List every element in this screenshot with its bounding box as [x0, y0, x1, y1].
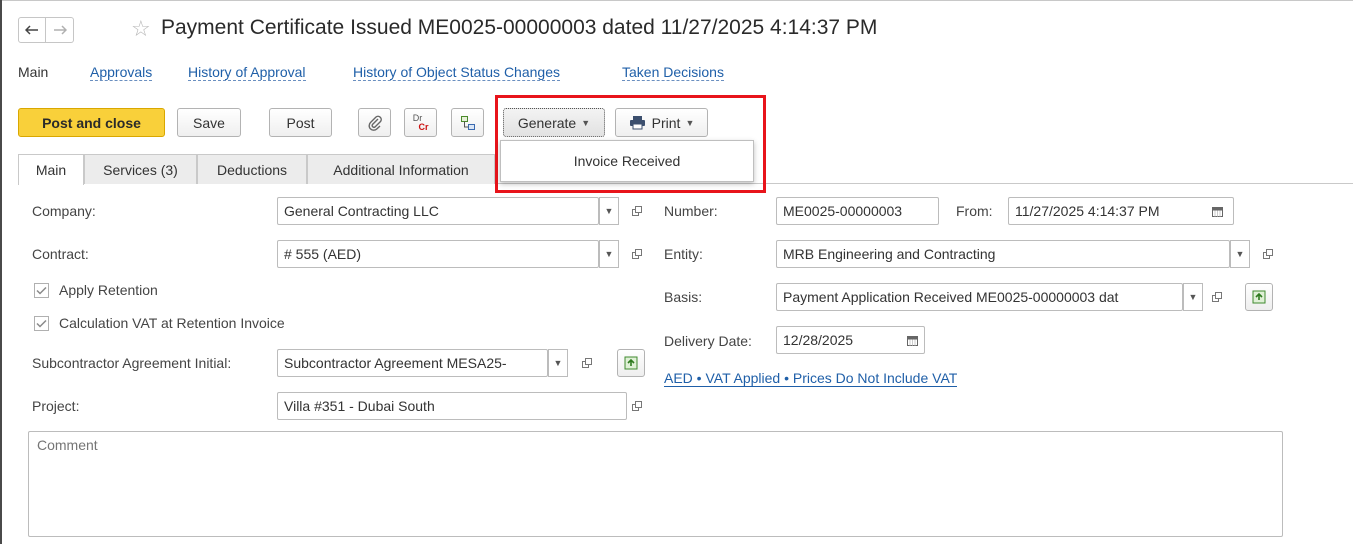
arrow-right-icon	[53, 25, 67, 35]
checkmark-icon	[36, 286, 47, 295]
post-and-close-button[interactable]: Post and close	[18, 108, 165, 137]
post-button[interactable]: Post	[269, 108, 332, 137]
favorite-star-icon[interactable]: ☆	[131, 16, 151, 42]
contract-label: Contract:	[32, 246, 89, 262]
arrow-left-icon	[25, 25, 38, 35]
open-window-icon	[1263, 249, 1273, 259]
number-label: Number:	[664, 203, 718, 219]
comment-input[interactable]	[28, 431, 1283, 537]
nav-main[interactable]: Main	[18, 64, 48, 80]
subcontractor-agreement-label: Subcontractor Agreement Initial:	[32, 355, 232, 371]
calc-vat-retention-checkbox[interactable]	[34, 316, 49, 331]
basis-field[interactable]: Payment Application Received ME0025-0000…	[776, 283, 1183, 311]
apply-retention-checkbox[interactable]	[34, 283, 49, 298]
subcontractor-agreement-field[interactable]: Subcontractor Agreement MESA25-	[277, 349, 548, 377]
caret-down-icon: ▼	[553, 358, 563, 368]
entity-label: Entity:	[664, 246, 703, 262]
fill-from-icon	[624, 356, 638, 370]
caret-down-icon: ▼	[604, 206, 614, 216]
checkmark-icon	[36, 319, 47, 328]
company-label: Company:	[32, 203, 96, 219]
number-field[interactable]: ME0025-00000003	[776, 197, 939, 225]
nav-history-of-object-status-changes[interactable]: History of Object Status Changes	[353, 64, 560, 81]
caret-down-icon: ▼	[1235, 249, 1245, 259]
contract-field[interactable]: # 555 (AED)	[277, 240, 599, 268]
from-calendar-button[interactable]	[1204, 197, 1230, 225]
open-window-icon	[582, 358, 592, 368]
from-label: From:	[956, 203, 993, 219]
open-window-icon	[1212, 292, 1222, 302]
entity-open-button[interactable]	[1258, 240, 1278, 268]
hierarchy-icon	[460, 115, 475, 130]
save-button[interactable]: Save	[177, 108, 241, 137]
generate-menu[interactable]: Invoice Received	[500, 140, 754, 182]
tab-main[interactable]: Main	[18, 154, 84, 185]
project-label: Project:	[32, 398, 80, 414]
open-window-icon	[632, 206, 642, 216]
vat-settings-link[interactable]: AED • VAT Applied • Prices Do Not Includ…	[664, 371, 958, 387]
basis-label: Basis:	[664, 289, 703, 305]
subcontractor-dropdown-button[interactable]: ▼	[548, 349, 568, 377]
open-window-icon	[632, 249, 642, 259]
subcontractor-open-button[interactable]	[577, 349, 597, 377]
contract-open-button[interactable]	[627, 240, 647, 268]
subcontractor-fill-button[interactable]	[617, 349, 645, 377]
caret-down-icon: ▼	[1188, 292, 1198, 302]
calc-vat-retention-label: Calculation VAT at Retention Invoice	[59, 315, 285, 331]
tab-additional-information[interactable]: Additional Information	[307, 154, 495, 184]
company-field[interactable]: General Contracting LLC	[277, 197, 599, 225]
structure-button[interactable]	[451, 108, 484, 137]
page-title: Payment Certificate Issued ME0025-000000…	[161, 16, 878, 39]
window-top-border	[0, 0, 1353, 1]
menu-item-invoice-received[interactable]: Invoice Received	[574, 153, 681, 169]
project-field[interactable]: Villa #351 - Dubai South	[277, 392, 627, 420]
project-open-button[interactable]	[627, 392, 647, 420]
tab-services[interactable]: Services (3)	[84, 154, 197, 184]
paperclip-icon	[367, 115, 382, 131]
basis-dropdown-button[interactable]: ▼	[1183, 283, 1203, 311]
open-window-icon	[632, 401, 642, 411]
caret-down-icon: ▼	[604, 249, 614, 259]
dt-ct-bottom-label: Cr	[418, 121, 429, 132]
forward-button[interactable]	[46, 17, 74, 43]
contract-dropdown-button[interactable]: ▼	[599, 240, 619, 268]
nav-taken-decisions[interactable]: Taken Decisions	[622, 64, 724, 81]
basis-open-button[interactable]	[1207, 283, 1227, 311]
nav-history-of-approval[interactable]: History of Approval	[188, 64, 306, 81]
calendar-icon	[1211, 206, 1223, 217]
entity-dropdown-button[interactable]: ▼	[1230, 240, 1250, 268]
company-open-button[interactable]	[627, 197, 647, 225]
basis-fill-button[interactable]	[1245, 283, 1273, 311]
calendar-icon	[906, 335, 918, 346]
tab-deductions[interactable]: Deductions	[197, 154, 307, 184]
fill-from-icon	[1252, 290, 1266, 304]
window-left-border	[0, 0, 2, 544]
delivery-date-label: Delivery Date:	[664, 333, 752, 349]
dt-ct-button[interactable]: Dr Cr	[404, 108, 437, 137]
apply-retention-label: Apply Retention	[59, 282, 158, 298]
from-date-field[interactable]: 11/27/2025 4:14:37 PM	[1008, 197, 1234, 225]
delivery-calendar-button[interactable]	[899, 326, 925, 354]
attach-button[interactable]	[358, 108, 391, 137]
back-button[interactable]	[18, 17, 46, 43]
nav-approvals[interactable]: Approvals	[90, 64, 153, 81]
entity-field[interactable]: MRB Engineering and Contracting	[776, 240, 1230, 268]
company-dropdown-button[interactable]: ▼	[599, 197, 619, 225]
